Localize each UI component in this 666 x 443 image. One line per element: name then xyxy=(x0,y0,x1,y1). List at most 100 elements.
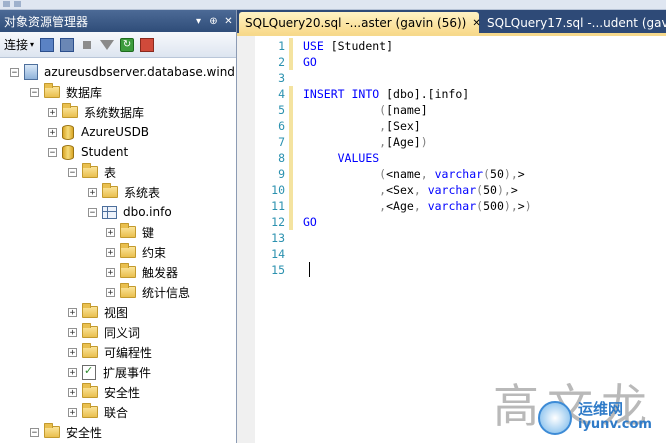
filter-icon[interactable] xyxy=(100,39,115,50)
tree-node-databases[interactable]: − 数据库 xyxy=(30,82,102,102)
code-line[interactable]: 8 VALUES xyxy=(255,150,379,166)
tree-node-label: 键 xyxy=(142,225,155,240)
collapse-icon[interactable]: − xyxy=(88,207,97,217)
database-icon xyxy=(62,144,74,160)
dropdown-icon[interactable]: ▾ xyxy=(191,16,206,27)
code-line[interactable]: 2 GO xyxy=(255,54,317,70)
tree-node-db-security[interactable]: + 安全性 xyxy=(68,382,140,402)
collapse-icon[interactable]: − xyxy=(10,67,19,77)
code-text: ,[Age]) xyxy=(379,135,428,149)
tree-node-tables[interactable]: − 表 xyxy=(68,162,116,182)
line-number: 1 xyxy=(278,39,285,53)
tree-node-system-databases[interactable]: + 系统数据库 xyxy=(48,102,144,122)
folder-icon xyxy=(44,423,60,438)
expand-icon[interactable]: + xyxy=(106,287,115,297)
expand-icon[interactable]: + xyxy=(48,127,57,137)
expand-icon[interactable]: + xyxy=(48,107,57,117)
expand-icon[interactable]: + xyxy=(68,367,77,377)
logo-icon xyxy=(538,401,572,435)
code-line[interactable]: 15 xyxy=(255,262,303,278)
folder-icon xyxy=(120,283,136,298)
refresh-icon[interactable]: ↻ xyxy=(120,37,135,52)
expand-icon[interactable]: + xyxy=(68,347,77,357)
code-line[interactable]: 11 ,<Age, varchar(500),>) xyxy=(255,198,532,214)
line-number: 11 xyxy=(271,199,285,213)
code-line[interactable]: 1 USE [Student] xyxy=(255,38,393,54)
expand-icon[interactable]: + xyxy=(68,307,77,317)
line-number: 12 xyxy=(271,215,285,229)
tree-node-synonyms[interactable]: + 同义词 xyxy=(68,322,140,342)
tree-node-label: 约束 xyxy=(142,245,167,260)
tree-node-programmability[interactable]: + 可编程性 xyxy=(68,342,152,362)
code-line[interactable]: 5 ([name] xyxy=(255,102,428,118)
top-toolbar-strip xyxy=(0,0,666,10)
code-line[interactable]: 14 xyxy=(255,246,303,262)
tab-sqlquery20[interactable]: SQLQuery20.sql -...aster (gavin (56)) ✕ xyxy=(239,12,481,34)
activity-monitor-icon[interactable] xyxy=(140,37,155,52)
collapse-icon[interactable]: − xyxy=(48,147,57,157)
code-line[interactable]: 10 ,<Sex, varchar(50),> xyxy=(255,182,518,198)
change-marker xyxy=(289,246,293,262)
disconnect-icon[interactable] xyxy=(60,37,75,52)
register-server-icon[interactable] xyxy=(40,37,55,52)
stop-icon[interactable] xyxy=(83,40,92,49)
expand-icon[interactable]: + xyxy=(106,267,115,277)
tree-node-extended-events[interactable]: + 扩展事件 xyxy=(68,362,151,382)
expand-icon[interactable]: + xyxy=(106,247,115,257)
tree-node-table-dbo-info[interactable]: − dbo.info xyxy=(88,202,172,222)
code-text: GO xyxy=(303,55,317,69)
toolbar-icon[interactable] xyxy=(14,1,21,7)
code-text: USE [Student] xyxy=(303,39,394,53)
tree-node-label: azureusdbserver.database.wind xyxy=(44,65,235,79)
close-tab-icon[interactable]: ✕ xyxy=(472,18,480,29)
change-marker xyxy=(289,38,293,54)
toolbar-icon[interactable] xyxy=(3,1,10,7)
code-line[interactable]: 13 xyxy=(255,230,303,246)
code-text: GO xyxy=(303,215,317,229)
close-icon[interactable]: ✕ xyxy=(221,16,236,27)
tree-node-constraints[interactable]: + 约束 xyxy=(106,242,166,262)
line-number: 5 xyxy=(278,103,285,117)
code-text: ,[Sex] xyxy=(379,119,421,133)
code-line[interactable]: 3 xyxy=(255,70,303,86)
code-text: INSERT INTO [dbo].[info] xyxy=(303,87,470,101)
tree-node-db-student[interactable]: − Student xyxy=(48,142,128,162)
tree-node-views[interactable]: + 视图 xyxy=(68,302,128,322)
tree-node-server[interactable]: − azureusdbserver.database.wind xyxy=(10,62,235,82)
table-icon xyxy=(102,205,117,219)
expand-icon[interactable]: + xyxy=(68,407,77,417)
watermark-logo: 运维网 iyunv.com xyxy=(538,395,662,439)
expand-icon[interactable]: + xyxy=(68,387,77,397)
code-line[interactable]: 6 ,[Sex] xyxy=(255,118,421,134)
document-tab-strip: SQLQuery20.sql -...aster (gavin (56)) ✕ … xyxy=(237,10,666,36)
tree-node-triggers[interactable]: + 触发器 xyxy=(106,262,178,282)
tree-node-keys[interactable]: + 键 xyxy=(106,222,154,242)
expand-icon[interactable]: + xyxy=(106,227,115,237)
connect-button[interactable]: 连接 ▾ xyxy=(4,36,34,53)
change-marker xyxy=(289,118,293,134)
code-line[interactable]: 9 (<name, varchar(50),> xyxy=(255,166,525,182)
editor-margin xyxy=(237,36,255,443)
collapse-icon[interactable]: − xyxy=(68,167,77,177)
tree-node-statistics[interactable]: + 统计信息 xyxy=(106,282,190,302)
tree-node-label: AzureUSDB xyxy=(81,125,150,139)
object-explorer-title-bar: 对象资源管理器 ▾ ⊕ ✕ xyxy=(0,10,236,32)
code-line[interactable]: 4 INSERT INTO [dbo].[info] xyxy=(255,86,469,102)
line-number: 3 xyxy=(278,71,285,85)
tree-node-federations[interactable]: + 联合 xyxy=(68,402,128,422)
tab-sqlquery17[interactable]: SQLQuery17.sql -...udent (gavin (5 xyxy=(481,12,666,34)
tree-node-server-security[interactable]: − 安全性 xyxy=(30,422,102,442)
tree-node-db-azureusdb[interactable]: + AzureUSDB xyxy=(48,122,149,142)
tree-node-label: 数据库 xyxy=(66,85,103,100)
tree-node-system-tables[interactable]: + 系统表 xyxy=(88,182,160,202)
collapse-icon[interactable]: − xyxy=(30,427,39,437)
expand-icon[interactable]: + xyxy=(88,187,97,197)
collapse-icon[interactable]: − xyxy=(30,87,39,97)
text-cursor xyxy=(309,262,310,277)
expand-icon[interactable]: + xyxy=(68,327,77,337)
tree-node-label: 统计信息 xyxy=(142,285,191,300)
pin-icon[interactable]: ⊕ xyxy=(206,16,221,27)
tree-node-label: 联合 xyxy=(104,405,129,420)
code-line[interactable]: 12 GO xyxy=(255,214,317,230)
code-line[interactable]: 7 ,[Age]) xyxy=(255,134,428,150)
